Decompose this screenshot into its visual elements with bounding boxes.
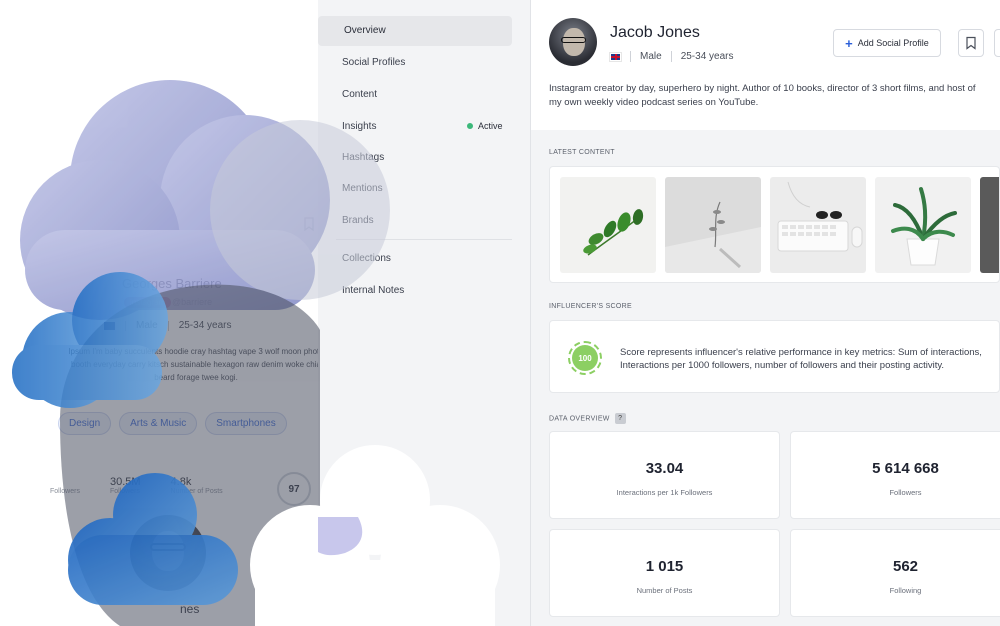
stat-card-following: 562 Following xyxy=(790,529,1000,617)
section-title-data-overview: DATA OVERVIEW? xyxy=(549,413,626,424)
left-profile-card: Georges Barriere instagram @barriere Mal… xyxy=(40,170,340,626)
left-gender: Male xyxy=(136,320,158,331)
nav-item-collections[interactable]: Collections xyxy=(342,253,391,264)
bookmark-icon[interactable] xyxy=(302,216,316,232)
left-stats: Followers 30.5M Followers 4.8k Number of P… xyxy=(50,476,223,495)
nav-item-insights[interactable]: Insights xyxy=(342,121,376,132)
section-title-influencer-score: INFLUENCER'S SCORE xyxy=(549,303,632,310)
bookmark-icon xyxy=(966,36,976,50)
score-description: Score represents influencer's relative p… xyxy=(620,347,982,371)
tag-smartphones[interactable]: Smartphones xyxy=(205,412,287,435)
nav-divider xyxy=(336,239,512,240)
flag-uk-icon xyxy=(609,51,622,62)
content-thumbnail[interactable] xyxy=(875,177,971,273)
tag-design[interactable]: Design xyxy=(58,412,112,435)
left-stat: Followers xyxy=(50,488,80,495)
left-tag-list: Design Arts & Music Smartphones xyxy=(58,412,287,435)
left-stat: 4.8k Number of Posts xyxy=(170,476,223,495)
avatar xyxy=(549,18,597,66)
left-profile-name: Georges Barriere xyxy=(122,276,222,291)
platform-badge: instagram xyxy=(124,297,172,308)
active-dot-icon xyxy=(467,123,473,129)
nav-item-internal-notes[interactable]: Internal Notes xyxy=(342,285,404,296)
stat-card-interactions: 33.04 Interactions per 1k Followers xyxy=(549,431,780,519)
latest-content-strip xyxy=(549,166,1000,283)
stat-card-posts: 1 015 Number of Posts xyxy=(549,529,780,617)
bookmark-button[interactable] xyxy=(958,29,984,57)
more-button[interactable] xyxy=(994,29,1000,57)
tag-arts-music[interactable]: Arts & Music xyxy=(119,412,198,435)
left-stat: 30.5M Followers xyxy=(109,476,141,495)
flag-uk-icon xyxy=(104,321,115,330)
nav-item-social-profiles[interactable]: Social Profiles xyxy=(342,57,405,68)
stat-card-followers: 5 614 668 Followers xyxy=(790,431,1000,519)
nav-item-overview-label: Overview xyxy=(344,25,386,36)
influencer-score-card: 100 Score represents influencer's relati… xyxy=(549,320,1000,393)
nav-item-mentions[interactable]: Mentions xyxy=(342,183,383,194)
profile-bio: Instagram creator by day, superhero by n… xyxy=(549,83,976,108)
score-badge: 100 xyxy=(568,341,602,375)
nav-item-content[interactable]: Content xyxy=(342,89,377,100)
profile-main: Jacob Jones Male 25-34 years + Add Socia… xyxy=(531,0,1000,626)
section-title-latest-content: LATEST CONTENT xyxy=(549,149,615,156)
left-profile-meta: Male 25-34 years xyxy=(104,320,232,331)
help-icon[interactable]: ? xyxy=(614,413,626,424)
profile-age: 25-34 years xyxy=(680,51,734,62)
status-badge: Active xyxy=(467,121,503,131)
plus-icon: + xyxy=(845,35,853,51)
avatar xyxy=(130,515,206,591)
content-thumbnail[interactable] xyxy=(665,177,761,273)
nav-item-hashtags[interactable]: Hashtags xyxy=(342,152,384,163)
left-profile-bio: Ipsum I'm baby succulents hoodie cray ha… xyxy=(68,347,324,382)
left-profile-handle: @barriere xyxy=(172,297,213,307)
left-age: 25-34 years xyxy=(178,320,232,331)
left-footer-name: nes xyxy=(180,602,200,616)
left-score-badge: 97 xyxy=(277,472,311,506)
profile-name: Jacob Jones xyxy=(610,24,700,41)
nav-item-brands[interactable]: Brands xyxy=(342,215,374,226)
add-social-profile-button[interactable]: + Add Social Profile xyxy=(833,29,941,57)
content-thumbnail[interactable] xyxy=(560,177,656,273)
content-thumbnail[interactable] xyxy=(770,177,866,273)
profile-nav: Overview Social Profiles Content Insight… xyxy=(318,0,530,626)
profile-gender: Male xyxy=(640,51,662,62)
content-thumbnail[interactable] xyxy=(980,177,999,273)
profile-meta: Male 25-34 years xyxy=(609,51,734,62)
